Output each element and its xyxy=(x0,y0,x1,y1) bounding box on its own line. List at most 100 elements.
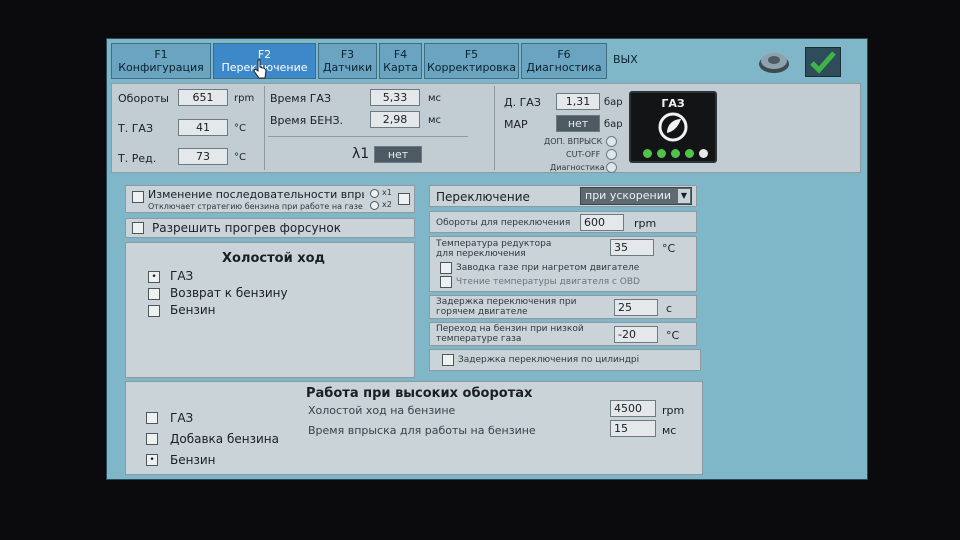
gas-pressure-unit: бар xyxy=(604,97,623,108)
switch-rpm-label: Обороты для переключения xyxy=(436,218,571,228)
switch-mode-label: Переключение xyxy=(436,190,530,204)
x1-radio[interactable] xyxy=(370,189,379,198)
tab-label: ВЫХ xyxy=(613,53,638,66)
status-led-1 xyxy=(643,149,652,158)
gas-time-value: 5,33 xyxy=(370,89,420,106)
tab-sensors[interactable]: F3 Датчики xyxy=(318,43,377,79)
preheat-checkbox[interactable] xyxy=(132,222,144,234)
tab-label: Карта xyxy=(383,61,418,74)
high-rpm-option-add-petrol: Добавка бензина xyxy=(170,432,279,446)
high-rpm-title: Работа при высоких оборотах xyxy=(306,386,533,401)
switch-delay-label: Задержка переключения при горячем двигат… xyxy=(436,297,577,317)
petrol-time-unit: мс xyxy=(662,424,677,437)
cylinder-delay-checkbox[interactable] xyxy=(442,354,454,366)
high-rpm-option-gas: ГАЗ xyxy=(170,411,194,425)
checkmark-icon[interactable] xyxy=(805,47,841,77)
petrol-idle-unit: rpm xyxy=(662,404,685,417)
divider xyxy=(494,86,495,170)
extra-injection-led xyxy=(606,136,617,147)
benz-time-label: Время БЕНЗ. xyxy=(270,114,344,127)
status-led-4 xyxy=(685,149,694,158)
status-led-2 xyxy=(657,149,666,158)
switch-mode-dropdown[interactable]: при ускорении ▼ xyxy=(580,187,692,205)
connect-icon[interactable] xyxy=(757,47,791,77)
switch-temp-input[interactable]: 35 xyxy=(610,239,654,256)
map-unit: бар xyxy=(604,119,623,130)
idle-option-return: Возврат к бензину xyxy=(170,286,288,300)
sequence-panel: Изменение последовательности впрыс Отклю… xyxy=(125,185,415,213)
cutoff-label: CUT-OFF xyxy=(566,150,601,159)
tab-key: F3 xyxy=(340,48,355,61)
rpm-value: 651 xyxy=(178,89,228,106)
tab-bar: F1 Конфигурация F2 Переключение F3 Датчи… xyxy=(107,39,867,83)
app-window: F1 Конфигурация F2 Переключение F3 Датчи… xyxy=(106,38,868,480)
high-rpm-panel: Работа при высоких оборотах ГАЗ Добавка … xyxy=(125,381,703,475)
map-value: нет xyxy=(556,115,600,132)
idle-option-checkbox[interactable] xyxy=(148,288,160,300)
switch-mode-value: при ускорении xyxy=(585,189,671,202)
fuel-drop-icon xyxy=(658,112,688,142)
reducer-temp-value: 73 xyxy=(178,148,228,165)
high-rpm-option-checkbox[interactable] xyxy=(146,433,158,445)
petrol-idle-input[interactable]: 4500 xyxy=(610,400,656,417)
sequence-sublabel: Отключает стратегию бензина при работе н… xyxy=(148,202,363,211)
idle-option-checkbox[interactable] xyxy=(148,305,160,317)
preheat-panel: Разрешить прогрев форсунок xyxy=(125,218,415,238)
cylinder-delay-panel: Задержка переключения по цилиндрі xyxy=(429,349,701,371)
tab-key: F1 xyxy=(154,48,168,61)
tab-diagnostics[interactable]: F6 Диагностика xyxy=(521,43,607,79)
switch-rpm-input[interactable]: 600 xyxy=(580,214,624,231)
sequence-enable-checkbox[interactable] xyxy=(398,193,410,205)
cursor-icon xyxy=(253,59,267,79)
switch-temp-panel: Температура редуктора для переключения 3… xyxy=(429,236,697,292)
sequence-label: Изменение последовательности впрыс xyxy=(148,188,364,201)
switch-rpm-panel: Обороты для переключения 600 rpm xyxy=(429,211,697,233)
high-rpm-option-checkbox[interactable]: • xyxy=(146,454,158,466)
idle-option-gas: ГАЗ xyxy=(170,269,194,283)
switch-temp-unit: °C xyxy=(662,242,676,255)
rpm-label: Обороты xyxy=(118,92,169,105)
map-label: MAP xyxy=(504,118,528,131)
tab-label: Конфигурация xyxy=(118,61,204,74)
high-rpm-option-checkbox[interactable] xyxy=(146,412,158,424)
tab-key: F5 xyxy=(464,48,479,61)
switch-delay-input[interactable]: 25 xyxy=(614,299,658,316)
tab-label: Корректировка xyxy=(426,61,517,74)
divider xyxy=(264,86,265,170)
gas-pressure-value: 1,31 xyxy=(556,93,600,110)
sequence-checkbox[interactable] xyxy=(132,191,144,203)
preheat-label: Разрешить прогрев форсунок xyxy=(152,221,341,235)
tab-key: F4 xyxy=(393,48,408,61)
tab-exit[interactable]: ВЫХ xyxy=(609,43,659,79)
tab-correction[interactable]: F5 Корректировка xyxy=(424,43,519,79)
low-temp-label: Переход на бензин при низкой температуре… xyxy=(436,324,584,344)
gas-temp-unit: °C xyxy=(234,123,246,134)
benz-time-unit: мс xyxy=(428,115,442,126)
switch-delay-unit: с xyxy=(666,302,673,315)
obd-temp-label: Чтение температуры двигателя с OBD xyxy=(456,277,640,287)
petrol-time-label: Время впрыска для работы на бензине xyxy=(308,424,536,437)
petrol-idle-label: Холостой ход на бензине xyxy=(308,404,456,417)
switch-mode-panel: Переключение при ускорении ▼ xyxy=(429,185,697,207)
selected-mark: • xyxy=(151,272,157,282)
tab-key: F6 xyxy=(557,48,571,61)
idle-option-petrol: Бензин xyxy=(170,303,216,317)
x2-label: x2 xyxy=(382,200,392,209)
gas-temp-value: 41 xyxy=(178,119,228,136)
idle-option-checkbox[interactable]: • xyxy=(148,271,160,283)
status-led-5 xyxy=(699,149,708,158)
chevron-down-icon: ▼ xyxy=(678,189,690,203)
tab-configuration[interactable]: F1 Конфигурация xyxy=(111,43,211,79)
petrol-time-input[interactable]: 15 xyxy=(610,420,656,437)
tab-label: Диагностика xyxy=(526,61,602,74)
low-temp-input[interactable]: -20 xyxy=(614,326,658,343)
tab-map[interactable]: F4 Карта xyxy=(379,43,422,79)
hot-start-checkbox[interactable] xyxy=(440,262,452,274)
x2-radio[interactable] xyxy=(370,201,379,210)
obd-temp-checkbox[interactable] xyxy=(440,276,452,288)
switch-delay-panel: Задержка переключения при горячем двигат… xyxy=(429,295,697,319)
low-temp-unit: °C xyxy=(666,329,680,342)
switch-temp-label: Температура редуктора для переключения xyxy=(436,239,552,259)
status-led-3 xyxy=(671,149,680,158)
gas-pressure-label: Д. ГАЗ xyxy=(504,96,541,109)
